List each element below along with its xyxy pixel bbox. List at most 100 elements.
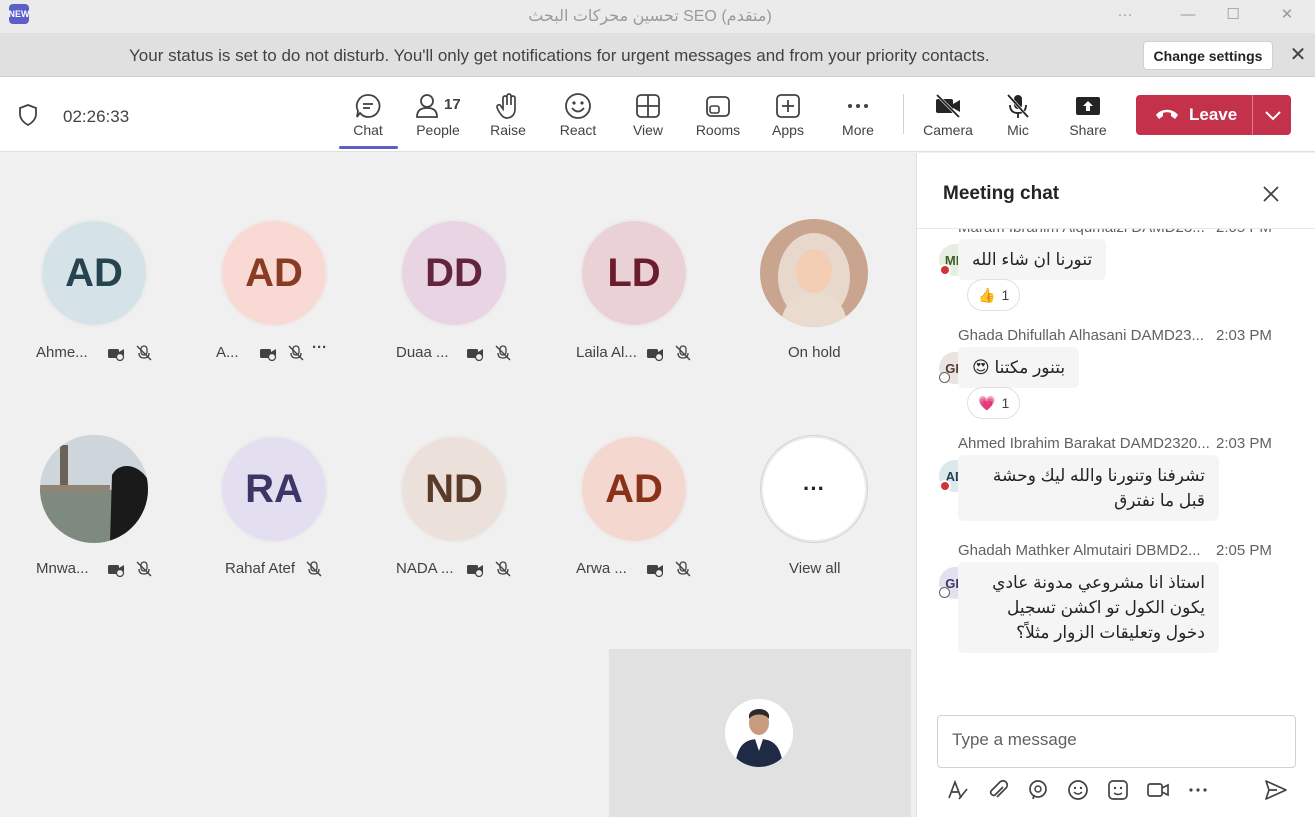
camera-off-icon [108, 565, 125, 577]
meeting-chat-panel: Meeting chat Maram Ibrahim Alqumaizi DAM… [916, 153, 1315, 817]
avatar: RA [220, 435, 328, 543]
mic-button[interactable]: Mic [983, 89, 1053, 145]
participant-tile[interactable]: ND NADA ... [363, 435, 543, 635]
profile-photo-icon [40, 435, 148, 543]
maximize-button[interactable]: ☐ [1218, 3, 1248, 27]
format-icon[interactable] [945, 777, 971, 803]
participant-name: A... [216, 344, 239, 361]
rooms-label: Rooms [695, 122, 741, 138]
people-label: People [416, 122, 460, 138]
camera-button[interactable]: Camera [913, 89, 983, 145]
message-line: يكون الكول تو اكشن تسجيل [1006, 598, 1205, 617]
message-bubble[interactable]: تشرفنا وتنورنا والله ليك وحشة قبل ما نفت… [958, 455, 1219, 521]
message-time: 2:05 PM [1216, 542, 1272, 559]
avatar: AD [40, 219, 148, 327]
mic-off-icon [495, 561, 511, 577]
loop-icon[interactable] [1025, 777, 1051, 803]
mic-off-icon [306, 561, 322, 577]
message-header: Maram Ibrahim Alqumaizi DAMD23... 2:05 P… [958, 229, 1272, 236]
chevron-down-icon[interactable] [1264, 107, 1282, 123]
raise-hand-icon [496, 93, 516, 119]
self-view[interactable] [609, 649, 911, 817]
attach-icon[interactable] [985, 777, 1011, 803]
message-input[interactable] [952, 730, 1272, 750]
view-icon [636, 94, 660, 118]
participant-tile[interactable]: AD A... ··· [183, 219, 363, 419]
close-icon[interactable] [1257, 180, 1285, 208]
participant-tile[interactable]: AD Arwa ... [543, 435, 723, 635]
window-title: تحسين محركات البحث SEO (متقدم) [528, 8, 772, 25]
window-more-button[interactable]: ··· [1110, 3, 1140, 27]
mic-off-icon [675, 345, 691, 361]
raise-hand-button[interactable]: Raise [473, 89, 543, 145]
message-line: تشرفنا وتنورنا والله ليك وحشة [992, 466, 1205, 485]
raise-label: Raise [490, 122, 526, 138]
message-header: Ahmed Ibrahim Barakat DAMD2320... 2:03 P… [958, 435, 1272, 452]
profile-photo-icon [760, 219, 868, 327]
mic-label: Mic [1007, 122, 1029, 138]
more-options-icon[interactable] [1185, 777, 1211, 803]
chat-message-list[interactable]: Maram Ibrahim Alqumaizi DAMD23... 2:05 P… [917, 228, 1315, 698]
reaction-count: 1 [1001, 287, 1010, 303]
avatar: DD [400, 219, 508, 327]
camera-off-icon [467, 349, 484, 361]
sticker-icon[interactable] [1105, 777, 1131, 803]
react-label: React [559, 122, 597, 138]
send-icon[interactable] [1263, 777, 1289, 803]
react-button[interactable]: React [543, 89, 613, 145]
window-titlebar: NEW تحسين محركات البحث SEO (متقدم) ··· —… [0, 0, 1315, 33]
people-button[interactable]: 17 People [403, 89, 473, 145]
reaction-pill[interactable]: 👍 1 [967, 279, 1021, 311]
leave-separator [1252, 95, 1253, 135]
view-label: View [632, 122, 664, 138]
apps-label: Apps [772, 122, 804, 138]
avatar-photo [760, 219, 868, 327]
participant-tile[interactable]: Mnwa... [3, 435, 183, 635]
mic-off-icon [288, 345, 304, 361]
banner-close-button[interactable]: ✕ [1285, 42, 1311, 68]
view-button[interactable]: View [613, 89, 683, 145]
leave-button[interactable]: Leave [1136, 95, 1291, 135]
message-header: Ghadah Mathker Almutairi DBMD2... 2:05 P… [958, 542, 1272, 559]
chat-active-indicator [339, 146, 398, 149]
more-label: More [842, 122, 874, 138]
reaction-pill[interactable]: 💗 1 [967, 387, 1021, 419]
camera-label: Camera [923, 122, 973, 138]
message-bubble[interactable]: بتنور مكتنا 😍 [958, 347, 1080, 388]
participant-tile[interactable]: LD Laila Al... [543, 219, 723, 419]
participant-tile[interactable]: RA Rahaf Atef [183, 435, 363, 635]
message-sender: Ghadah Mathker Almutairi DBMD2... [958, 542, 1201, 559]
avatar: LD [580, 219, 688, 327]
mic-off-icon [1006, 93, 1030, 119]
close-window-button[interactable]: ✕ [1272, 3, 1302, 27]
participant-tile[interactable]: DD Duaa ... [363, 219, 543, 419]
change-settings-button[interactable]: Change settings [1143, 41, 1273, 70]
participant-name: Rahaf Atef [225, 560, 296, 577]
participant-tile[interactable]: AD Ahme... [3, 219, 183, 419]
message-bubble[interactable]: تنورنا ان شاء الله [958, 239, 1107, 280]
rooms-button[interactable]: Rooms [683, 89, 753, 145]
participant-tile[interactable]: On hold [723, 219, 903, 419]
apps-button[interactable]: Apps [753, 89, 823, 145]
message-composer[interactable] [937, 715, 1296, 768]
rooms-icon [706, 96, 730, 117]
profile-photo-icon [725, 699, 793, 767]
video-clip-icon[interactable] [1145, 777, 1171, 803]
emoji-icon[interactable] [1065, 777, 1091, 803]
shield-icon[interactable] [18, 104, 38, 126]
participant-more-button[interactable]: ··· [312, 339, 327, 356]
dnd-banner: Your status is set to do not disturb. Yo… [0, 33, 1315, 77]
participant-name: Ahme... [36, 344, 88, 361]
chat-button[interactable]: Chat [333, 89, 403, 145]
participant-name: Duaa ... [396, 344, 449, 361]
offline-status-icon [939, 372, 950, 383]
view-all-button[interactable]: ··· [760, 435, 868, 543]
share-button[interactable]: Share [1053, 89, 1123, 145]
view-all-tile[interactable]: ··· View all [723, 435, 903, 635]
message-header: Ghada Dhifullah Alhasani DAMD23... 2:03 … [958, 327, 1272, 344]
message-bubble[interactable]: استاذ انا مشروعي مدونة عادي يكون الكول ت… [958, 562, 1219, 653]
participant-name: On hold [788, 344, 841, 361]
more-button[interactable]: More [823, 89, 893, 145]
minimize-button[interactable]: — [1173, 3, 1203, 27]
people-count: 17 [444, 96, 461, 113]
